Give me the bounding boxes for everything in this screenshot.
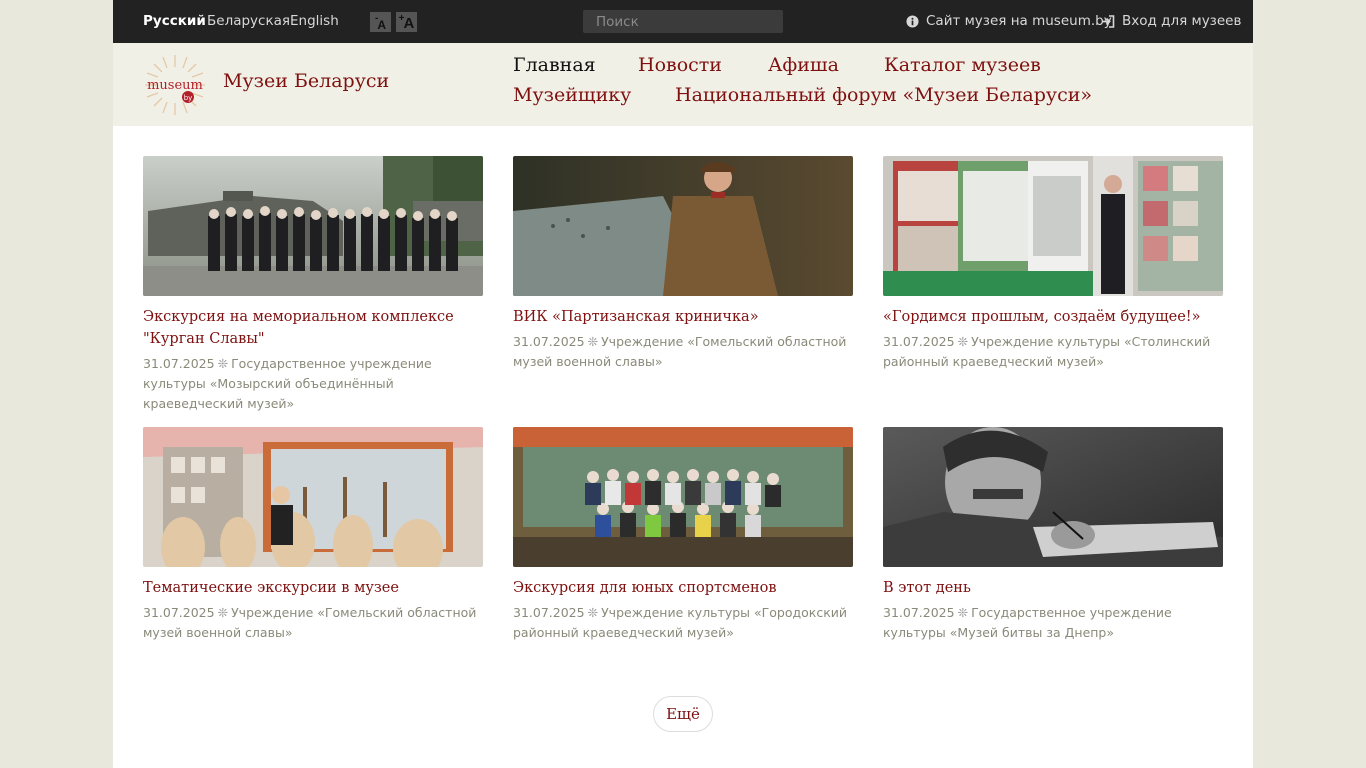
nav-home[interactable]: Главная bbox=[513, 54, 596, 76]
museum-site-link[interactable]: Сайт музея на museum.by bbox=[906, 13, 1112, 29]
news-title[interactable]: Тематические экскурсии в музее bbox=[143, 577, 483, 599]
news-date: 31.07.2025 bbox=[143, 356, 215, 371]
news-meta: 31.07.2025 ❊ Учреждение культуры «Столинск… bbox=[883, 332, 1223, 372]
news-meta: 31.07.2025 ❊ Государственное учреждение ку… bbox=[883, 603, 1223, 643]
nav-national-forum[interactable]: Национальный форум «Музеи Беларуси» bbox=[675, 84, 1092, 106]
news-meta: 31.07.2025 ❊ Государственное учреждение ку… bbox=[143, 354, 483, 414]
news-title[interactable]: Экскурсия на мемориальном комплексе "Кур… bbox=[143, 306, 483, 350]
news-title[interactable]: ВИК «Партизанская криничка» bbox=[513, 306, 853, 328]
svg-text:by: by bbox=[184, 94, 193, 102]
font-increase-button[interactable]: + A bbox=[396, 12, 417, 32]
lang-russian[interactable]: Русский bbox=[143, 13, 206, 29]
news-date: 31.07.2025 bbox=[513, 334, 585, 349]
news-image-armored-vehicle[interactable] bbox=[143, 156, 483, 296]
news-card[interactable]: В этот день 31.07.2025 ❊ Государственное у… bbox=[883, 427, 1223, 643]
news-title[interactable]: «Гордимся прошлым, создаём будущее!» bbox=[883, 306, 1223, 328]
news-card[interactable]: «Гордимся прошлым, создаём будущее!» 31.… bbox=[883, 156, 1223, 372]
lang-english[interactable]: English bbox=[290, 13, 339, 29]
load-more-button[interactable]: Ещё bbox=[653, 696, 713, 732]
separator-icon: ❊ bbox=[957, 605, 969, 620]
news-title[interactable]: В этот день bbox=[883, 577, 1223, 599]
news-card[interactable]: ВИК «Партизанская криничка» 31.07.2025 ❊ У… bbox=[513, 156, 853, 372]
page: Русский Беларуская English -A +A Сайт му… bbox=[113, 0, 1253, 768]
news-image-young-athletes[interactable] bbox=[513, 427, 853, 567]
news-meta: 31.07.2025 ❊ Учреждение культуры «Городокс… bbox=[513, 603, 853, 643]
font-decrease-button[interactable]: -A bbox=[370, 12, 391, 32]
separator-icon: ❊ bbox=[587, 334, 599, 349]
nav-events[interactable]: Афиша bbox=[768, 54, 839, 76]
separator-icon: ❊ bbox=[957, 334, 969, 349]
news-card[interactable]: Экскурсия для юных спортсменов 31.07.202… bbox=[513, 427, 853, 643]
separator-icon: ❊ bbox=[217, 605, 229, 620]
news-meta: 31.07.2025 ❊ Учреждение «Гомельский област… bbox=[143, 603, 483, 643]
sign-in-icon bbox=[1102, 14, 1115, 28]
search-input[interactable] bbox=[583, 10, 783, 33]
separator-icon: ❊ bbox=[587, 605, 599, 620]
news-image-historical-portrait[interactable] bbox=[883, 427, 1223, 567]
news-image-museum-tour[interactable] bbox=[143, 427, 483, 567]
museum-by-logo[interactable]: museum by bbox=[143, 53, 207, 117]
news-title[interactable]: Экскурсия для юных спортсменов bbox=[513, 577, 853, 599]
news-date: 31.07.2025 bbox=[143, 605, 215, 620]
news-card[interactable]: Тематические экскурсии в музее 31.07.202… bbox=[143, 427, 483, 643]
info-icon bbox=[906, 14, 919, 28]
museum-login-link[interactable]: Вход для музеев bbox=[1101, 13, 1241, 29]
svg-text:museum: museum bbox=[147, 78, 203, 93]
nav-for-museum-workers[interactable]: Музейщику bbox=[513, 84, 631, 106]
lang-belarusian[interactable]: Беларуская bbox=[207, 13, 290, 29]
site-header: museum by Музеи Беларуси Главная Новости… bbox=[113, 43, 1253, 126]
news-meta: 31.07.2025 ❊ Учреждение «Гомельский област… bbox=[513, 332, 853, 372]
separator-icon: ❊ bbox=[217, 356, 229, 371]
site-title[interactable]: Музеи Беларуси bbox=[223, 70, 389, 92]
news-card[interactable]: Экскурсия на мемориальном комплексе "Кур… bbox=[143, 156, 483, 414]
top-bar: Русский Беларуская English -A +A Сайт му… bbox=[113, 0, 1253, 43]
nav-museum-catalog[interactable]: Каталог музеев bbox=[884, 54, 1041, 76]
news-image-exhibition[interactable] bbox=[883, 156, 1223, 296]
news-date: 31.07.2025 bbox=[883, 334, 955, 349]
news-date: 31.07.2025 bbox=[513, 605, 585, 620]
news-image-soldier[interactable] bbox=[513, 156, 853, 296]
news-date: 31.07.2025 bbox=[883, 605, 955, 620]
nav-news[interactable]: Новости bbox=[638, 54, 722, 76]
